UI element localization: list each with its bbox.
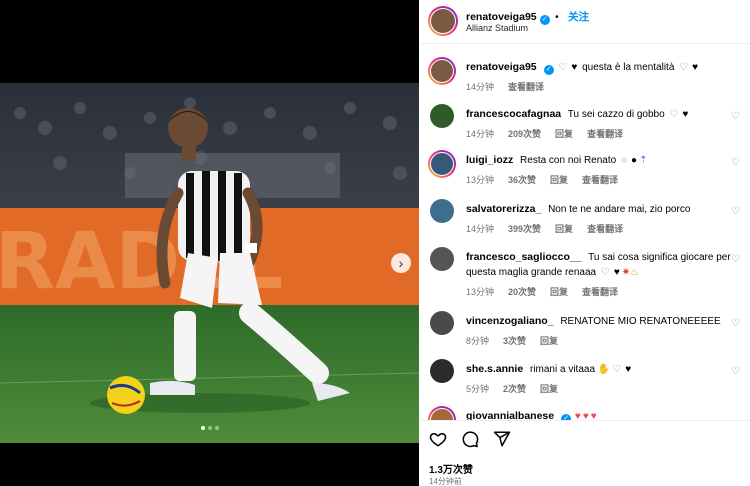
post-image: RADEL [0, 83, 419, 443]
commenter-avatar[interactable] [428, 406, 456, 420]
heart-outline-icon[interactable]: ♡ [731, 254, 740, 265]
comment-time: 5分钟 [466, 384, 490, 394]
caption-username[interactable]: renatoveiga95 [466, 61, 537, 73]
arrow-emoji: ⇡ [639, 155, 648, 166]
black-heart-emoji: ♥ [571, 62, 578, 73]
comment-likes[interactable]: 36次赞 [508, 175, 536, 185]
author-avatar[interactable] [428, 6, 458, 36]
fire-emoji: ♨ [630, 267, 640, 278]
share-icon[interactable] [493, 430, 511, 448]
comment-likes[interactable]: 399次赞 [508, 224, 541, 234]
white-circle-emoji: ○ [620, 155, 628, 166]
white-heart-emoji: ♡ [679, 62, 689, 73]
reply-button[interactable]: 回复 [550, 287, 568, 297]
author-username[interactable]: renatoveiga95 [466, 11, 537, 23]
commenter-avatar[interactable] [430, 247, 454, 271]
comment-time: 13分钟 [466, 287, 495, 297]
commenter-avatar[interactable] [430, 311, 454, 335]
commenter-avatar[interactable] [428, 150, 456, 178]
chevron-right-icon: › [398, 255, 404, 271]
comment-username[interactable]: vincenzogaliano_ [466, 315, 554, 327]
comments-list[interactable]: renatoveiga95 ✓ ♡ ♥ questa è la mentalità … [419, 44, 750, 420]
commenter-avatar[interactable] [430, 104, 454, 128]
translate-button[interactable]: 查看翻译 [582, 175, 618, 185]
comment-text: Non te ne andare mai, zio porco [548, 204, 691, 215]
reply-button[interactable]: 回复 [555, 129, 573, 139]
translate-button[interactable]: 查看翻译 [508, 82, 544, 92]
likes-count[interactable]: 1.3万次赞 [429, 461, 473, 476]
comment-text: RENATONE MIO RENATONEEEEE [560, 316, 721, 327]
heart-outline-icon[interactable]: ♡ [731, 366, 740, 377]
verified-icon: ✓ [539, 15, 550, 25]
black-circle-emoji: ● [631, 155, 638, 166]
comment-username[interactable]: francescocafagnaa [466, 108, 561, 120]
carousel-dot-2 [207, 426, 212, 430]
praying-hands-emoji: ✋ [597, 364, 611, 375]
heart-outline-icon[interactable]: ♡ [731, 318, 740, 329]
comment-text: rimani a vitaaa [529, 364, 596, 375]
comment-likes[interactable]: 20次赞 [508, 287, 536, 297]
post-header: renatoveiga95 ✓ • 关注 Allianz Stadium [419, 0, 750, 44]
comment-icon[interactable] [461, 430, 479, 448]
comment-likes[interactable]: 2次赞 [503, 384, 526, 394]
comment-text: Resta con noi Renato [520, 155, 617, 166]
comment-time: 13分钟 [466, 175, 495, 185]
comment-time: 14分钟 [466, 129, 495, 139]
translate-button[interactable]: 查看翻译 [582, 287, 618, 297]
white-heart-emoji: ♡ [558, 62, 568, 73]
translate-button[interactable]: 查看翻译 [587, 129, 623, 139]
white-heart-emoji: ♡ [612, 364, 622, 375]
sparkle-emoji: ✷ [621, 267, 631, 278]
red-heart-emoji: ♥ [574, 411, 581, 420]
red-heart-emoji: ♥ [590, 411, 597, 420]
commenter-avatar[interactable] [430, 199, 454, 223]
red-heart-emoji: ♥ [582, 411, 589, 420]
next-slide-button[interactable]: › [391, 253, 411, 273]
black-heart-emoji: ♥ [625, 364, 632, 375]
caption-text: questa è la mentalità [582, 62, 675, 73]
comment-time: 14分钟 [466, 224, 495, 234]
follow-button[interactable]: 关注 [568, 11, 589, 23]
comment-likes[interactable]: 209次赞 [508, 129, 541, 139]
post-actions: 1.3万次赞 14分钟前 [419, 420, 750, 486]
reply-button[interactable]: 回复 [540, 384, 558, 394]
carousel-dot-3 [214, 426, 219, 430]
post-photo[interactable]: RADEL [0, 83, 419, 443]
location-link[interactable]: Allianz Stadium [466, 23, 528, 33]
comment-text: Tu sei cazzo di gobbo [567, 109, 665, 120]
verified-icon: ✓ [543, 65, 554, 75]
comment-username[interactable]: she.s.annie [466, 363, 523, 375]
heart-outline-icon[interactable]: ♡ [731, 111, 740, 122]
comment-time: 8分钟 [466, 336, 490, 346]
reply-button[interactable]: 回复 [550, 175, 568, 185]
translate-button[interactable]: 查看翻译 [587, 224, 623, 234]
white-heart-emoji: ♡ [669, 109, 679, 120]
comment-username[interactable]: luigi_iozz [466, 154, 513, 166]
media-panel: RADEL › [0, 0, 419, 486]
heart-outline-icon[interactable]: ♡ [731, 157, 740, 168]
comment-likes[interactable]: 3次赞 [503, 336, 526, 346]
carousel-dot-1 [200, 426, 205, 430]
black-heart-emoji: ♥ [682, 109, 689, 120]
heart-outline-icon[interactable] [429, 430, 447, 448]
black-heart-emoji: ♥ [613, 267, 620, 278]
author-avatar-small[interactable] [428, 57, 456, 85]
reply-button[interactable]: 回复 [540, 336, 558, 346]
reply-button[interactable]: 回复 [555, 224, 573, 234]
post-time: 14分钟前 [429, 477, 462, 486]
white-heart-emoji: ♡ [600, 267, 610, 278]
comment-username[interactable]: francesco_sagliocco__ [466, 251, 582, 263]
comment-username[interactable]: salvatorerizza_ [466, 203, 541, 215]
commenter-avatar[interactable] [430, 359, 454, 383]
heart-outline-icon[interactable]: ♡ [731, 206, 740, 217]
black-heart-emoji: ♥ [692, 62, 699, 73]
post-details-panel: renatoveiga95 ✓ • 关注 Allianz Stadium rena… [419, 0, 750, 486]
comment-username[interactable]: giovannialbanese [466, 410, 554, 420]
carousel-dots [0, 426, 419, 430]
caption-time: 14分钟 [466, 82, 495, 92]
